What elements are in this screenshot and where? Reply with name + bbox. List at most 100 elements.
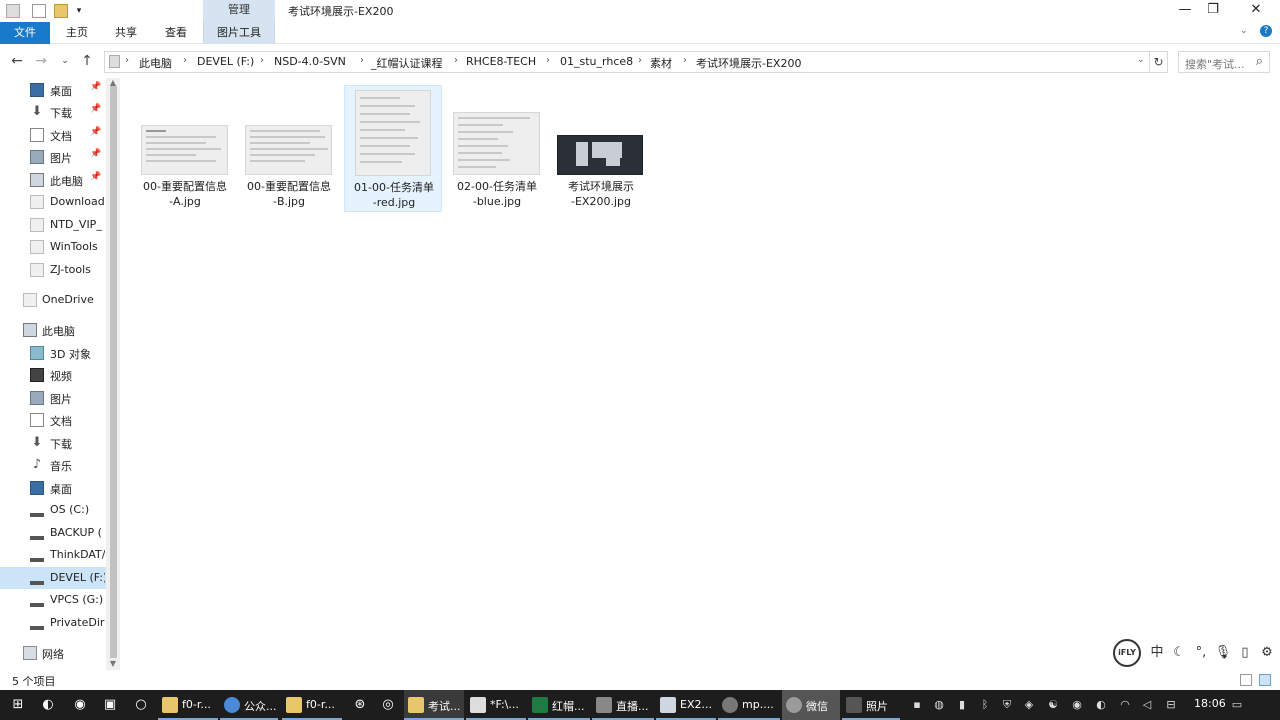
tray-app-icon[interactable]: ▮ bbox=[955, 698, 969, 712]
nav-item-drive-backup[interactable]: BACKUP ( bbox=[0, 522, 106, 544]
file-item[interactable]: 00-重要配置信息 -B.jpg bbox=[240, 85, 338, 212]
nav-item-desktop[interactable]: 桌面 📌 bbox=[0, 79, 106, 101]
network-icon[interactable]: ◠ bbox=[1118, 698, 1132, 712]
search-input[interactable]: 搜索"考试... ⌕ bbox=[1178, 51, 1270, 73]
taskbar-app-wechat[interactable]: 微信 bbox=[782, 690, 840, 720]
address-bar[interactable]: › 此电脑 › DEVEL (F:) › NSD-4.0-SVN › _红帽认证… bbox=[104, 51, 1150, 73]
ime-logo[interactable]: iFLY bbox=[1113, 639, 1141, 667]
back-arrow-icon[interactable]: ← bbox=[8, 52, 26, 70]
tray-app-icon[interactable]: ◉ bbox=[1070, 698, 1084, 712]
tab-picture-tools[interactable]: 图片工具 bbox=[203, 22, 275, 44]
app-icon[interactable]: ◐ bbox=[40, 697, 56, 713]
nav-item-downloads[interactable]: ⬇ 下载 bbox=[0, 432, 106, 454]
up-arrow-icon[interactable]: ↑ bbox=[78, 52, 96, 70]
tab-home[interactable]: 主页 bbox=[58, 22, 96, 44]
app-icon[interactable] bbox=[6, 4, 20, 18]
app-icon[interactable]: ◎ bbox=[380, 697, 396, 713]
half-width-icon[interactable]: ☾ bbox=[1170, 644, 1188, 662]
help-icon[interactable]: ? bbox=[1260, 25, 1272, 37]
bluetooth-icon[interactable]: ᛒ bbox=[978, 698, 992, 712]
taskbar-app-active[interactable]: 考试... bbox=[404, 690, 464, 720]
taskbar-app[interactable]: 照片 bbox=[842, 690, 900, 720]
punctuation-icon[interactable]: °, bbox=[1192, 644, 1210, 662]
nav-item-folder[interactable]: NTD_VIP_ bbox=[0, 214, 106, 236]
breadcrumb-stu-rhce8[interactable]: 01_stu_rhce8 bbox=[560, 55, 633, 68]
settings-icon[interactable]: ⚙ bbox=[1258, 644, 1276, 662]
recent-locations-icon[interactable]: ⌄ bbox=[56, 52, 74, 70]
tray-app-icon[interactable]: ◍ bbox=[932, 698, 946, 712]
nav-item-drive-privatedir[interactable]: PrivateDir bbox=[0, 612, 106, 634]
file-item[interactable]: 00-重要配置信息 -A.jpg bbox=[136, 85, 234, 212]
taskbar-app[interactable]: 公众... bbox=[220, 690, 278, 720]
restore-button[interactable]: ❐ bbox=[1190, 0, 1236, 22]
properties-icon[interactable] bbox=[32, 4, 46, 18]
new-folder-icon[interactable] bbox=[54, 4, 68, 18]
taskbar-app[interactable]: 红帽... bbox=[528, 690, 590, 720]
nav-item-downloads[interactable]: ⬇ 下载 📌 bbox=[0, 101, 106, 123]
tray-app-icon[interactable]: ◐ bbox=[1094, 698, 1108, 712]
nav-item-folder[interactable]: ZJ-tools bbox=[0, 259, 106, 281]
details-view-icon[interactable] bbox=[1240, 674, 1252, 686]
clock[interactable]: 18:06 bbox=[1194, 697, 1226, 710]
nav-item-drive-vpcs[interactable]: VPCS (G:) bbox=[0, 589, 106, 611]
nav-item-3d-objects[interactable]: 3D 对象 bbox=[0, 342, 106, 364]
shield-icon[interactable]: ⛨ bbox=[1000, 698, 1014, 712]
breadcrumb-current[interactable]: 考试环境展示-EX200 bbox=[696, 55, 801, 71]
app-icon[interactable]: ▣ bbox=[102, 697, 118, 713]
large-icons-view-icon[interactable] bbox=[1259, 674, 1271, 686]
file-item[interactable]: 02-00-任务清单 -blue.jpg bbox=[448, 85, 546, 212]
file-item-selected[interactable]: 01-00-任务清单 -red.jpg bbox=[344, 85, 442, 212]
microphone-icon[interactable]: 🎙 bbox=[1214, 644, 1232, 662]
taskbar-app[interactable]: mp.... bbox=[718, 690, 780, 720]
nav-item-drive-thinkdata[interactable]: ThinkDAT/ bbox=[0, 544, 106, 566]
keyboard-icon[interactable]: ▯ bbox=[1236, 644, 1254, 662]
ime-indicator-icon[interactable]: ⊟ bbox=[1164, 698, 1178, 712]
taskbar-app[interactable]: EX2... bbox=[656, 690, 716, 720]
file-item[interactable]: 考试环境展示 -EX200.jpg bbox=[552, 85, 650, 212]
chinese-mode-icon[interactable]: 中 bbox=[1148, 644, 1166, 662]
app-icon[interactable]: ◉ bbox=[72, 697, 88, 713]
search-icon[interactable]: ○ bbox=[133, 697, 149, 713]
nav-item-documents[interactable]: 文档 bbox=[0, 409, 106, 431]
breadcrumb-materials[interactable]: 素材 bbox=[650, 55, 672, 71]
tab-share[interactable]: 共享 bbox=[106, 22, 146, 44]
nav-item-drive-c[interactable]: OS (C:) bbox=[0, 499, 106, 521]
nav-item-onedrive[interactable]: OneDrive bbox=[0, 289, 106, 311]
tab-view[interactable]: 查看 bbox=[156, 22, 196, 44]
address-dropdown-icon[interactable]: ⌄ bbox=[1137, 55, 1145, 65]
nav-item-this-pc-pinned[interactable]: 此电脑 📌 bbox=[0, 169, 106, 191]
notification-icon[interactable]: ▭ bbox=[1230, 698, 1244, 712]
forward-arrow-icon[interactable]: → bbox=[32, 52, 50, 70]
breadcrumb-drive[interactable]: DEVEL (F:) bbox=[197, 55, 254, 68]
expand-ribbon-icon[interactable]: ⌄ bbox=[1240, 26, 1248, 36]
breadcrumb-this-pc[interactable]: 此电脑 bbox=[139, 55, 172, 71]
nav-item-folder[interactable]: Download bbox=[0, 191, 106, 213]
windows-start-icon[interactable]: ⊞ bbox=[10, 697, 26, 713]
nav-item-videos[interactable]: 视频 bbox=[0, 364, 106, 386]
tray-app-icon[interactable]: ▪ bbox=[910, 698, 924, 712]
tray-app-icon[interactable]: ◈ bbox=[1022, 698, 1036, 712]
tray-app-icon[interactable]: ☯ bbox=[1046, 698, 1060, 712]
nav-item-drive-devel[interactable]: DEVEL (F:) bbox=[0, 567, 106, 589]
taskbar-app[interactable]: f0-r... bbox=[158, 690, 218, 720]
nav-item-pictures[interactable]: 图片 bbox=[0, 387, 106, 409]
nav-item-documents[interactable]: 文档 📌 bbox=[0, 124, 106, 146]
tab-file[interactable]: 文件 bbox=[0, 22, 50, 44]
breadcrumb-course[interactable]: _红帽认证课程 bbox=[371, 55, 443, 71]
nav-item-this-pc[interactable]: 此电脑 bbox=[0, 319, 106, 341]
scroll-down-arrow-icon[interactable]: ▼ bbox=[106, 659, 120, 669]
breadcrumb-svn[interactable]: NSD-4.0-SVN bbox=[274, 55, 346, 68]
taskbar-app[interactable]: *F:\... bbox=[466, 690, 526, 720]
app-icon[interactable]: ⊛ bbox=[352, 697, 368, 713]
volume-icon[interactable]: ◁ bbox=[1140, 698, 1154, 712]
nav-item-folder[interactable]: WinTools bbox=[0, 236, 106, 258]
nav-item-music[interactable]: ♪ 音乐 bbox=[0, 454, 106, 476]
nav-item-network[interactable]: 网络 bbox=[0, 642, 106, 664]
refresh-icon[interactable]: ↻ bbox=[1150, 51, 1168, 73]
nav-item-desktop[interactable]: 桌面 bbox=[0, 477, 106, 499]
customize-quick-access-icon[interactable]: ▾ bbox=[72, 4, 86, 18]
nav-item-pictures[interactable]: 图片 📌 bbox=[0, 146, 106, 168]
close-button[interactable]: ✕ bbox=[1233, 0, 1279, 22]
taskbar-app[interactable]: f0-r... bbox=[282, 690, 342, 720]
breadcrumb-rhce8-tech[interactable]: RHCE8-TECH bbox=[466, 55, 536, 68]
